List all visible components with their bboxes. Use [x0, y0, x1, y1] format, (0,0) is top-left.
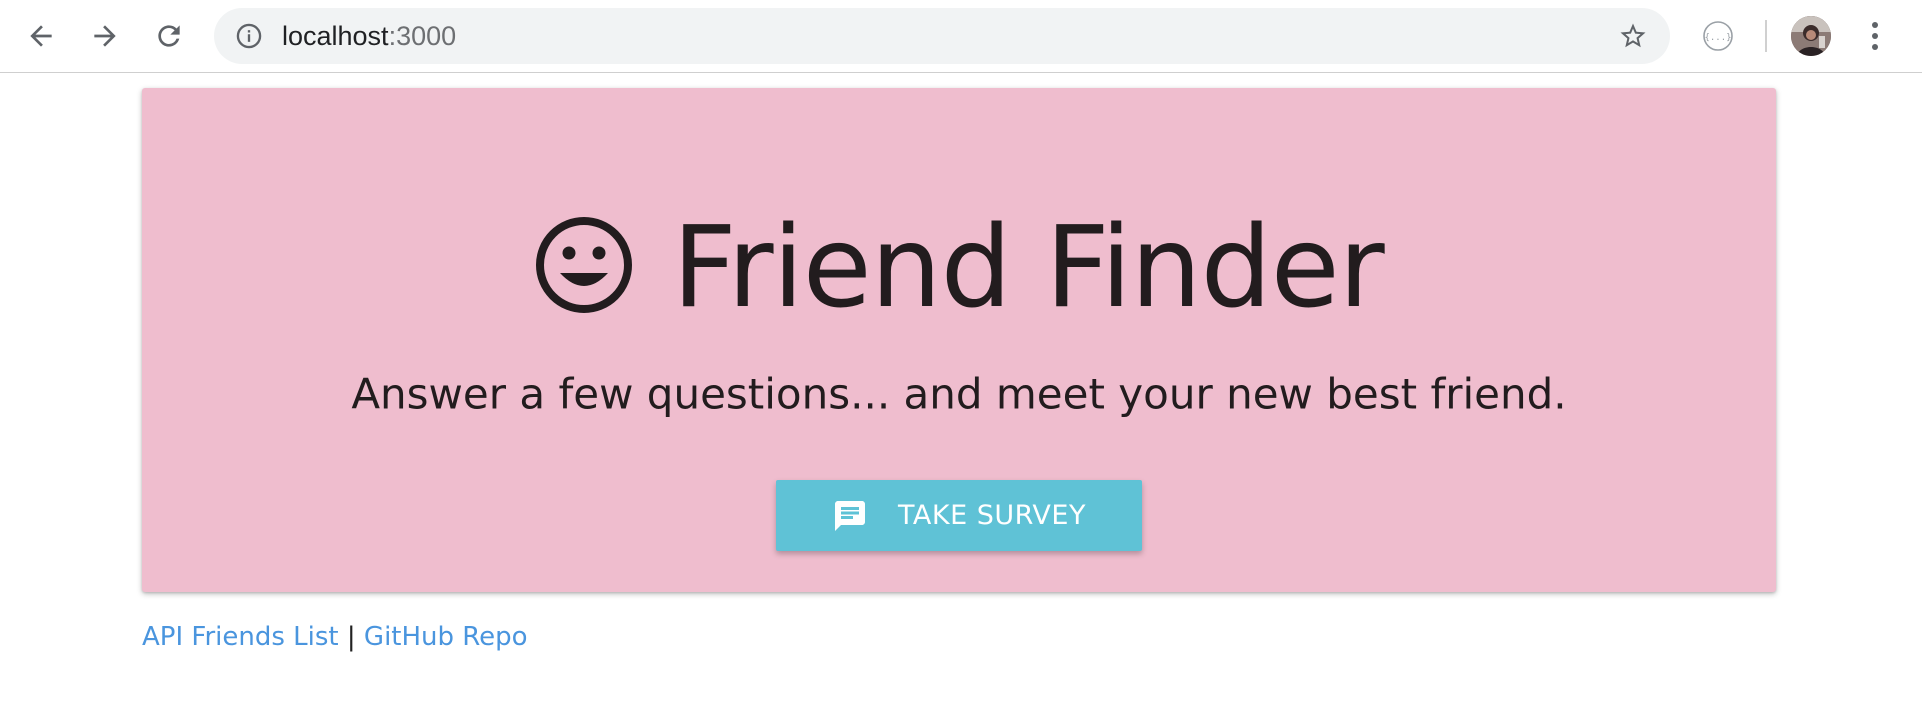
chat-bubble-icon: [835, 500, 866, 531]
hero-subtitle: Answer a few questions... and meet your …: [351, 369, 1567, 419]
github-repo-link[interactable]: GitHub Repo: [364, 622, 528, 652]
address-bar[interactable]: localhost:3000: [214, 8, 1670, 64]
info-icon[interactable]: [234, 21, 264, 51]
browser-menu-button[interactable]: [1857, 15, 1893, 57]
arrow-right-icon: [94, 25, 116, 47]
reload-button[interactable]: [148, 15, 190, 57]
svg-text:{...}: {...}: [1704, 33, 1731, 43]
hero-jumbotron: Friend Finder Answer a few questions... …: [142, 88, 1776, 592]
back-button[interactable]: [20, 15, 62, 57]
arrow-left-icon: [30, 25, 52, 47]
json-extension-icon[interactable]: {...}: [1701, 19, 1735, 53]
star-icon: [1620, 23, 1646, 48]
title-text: Friend Finder: [672, 203, 1384, 333]
more-vert-icon: [1872, 22, 1878, 50]
avatar[interactable]: [1791, 16, 1831, 56]
smiley-face-icon: [536, 217, 633, 313]
forward-button[interactable]: [84, 15, 126, 57]
take-survey-button[interactable]: TAKE SURVEY: [776, 480, 1142, 551]
browser-toolbar: localhost:3000 {...}: [0, 0, 1922, 73]
bookmark-star-button[interactable]: [1616, 19, 1650, 53]
url-text[interactable]: localhost:3000: [282, 8, 456, 64]
page-title: Friend Finder: [142, 212, 1776, 324]
link-separator: |: [346, 622, 356, 652]
reload-icon: [158, 25, 180, 47]
api-friends-list-link[interactable]: API Friends List: [142, 622, 339, 652]
url-port: :3000: [388, 21, 457, 51]
footer-links: API Friends List | GitHub Repo: [142, 622, 528, 652]
url-host: localhost: [282, 21, 389, 51]
toolbar-separator: [1765, 20, 1767, 52]
take-survey-label: TAKE SURVEY: [898, 500, 1086, 531]
